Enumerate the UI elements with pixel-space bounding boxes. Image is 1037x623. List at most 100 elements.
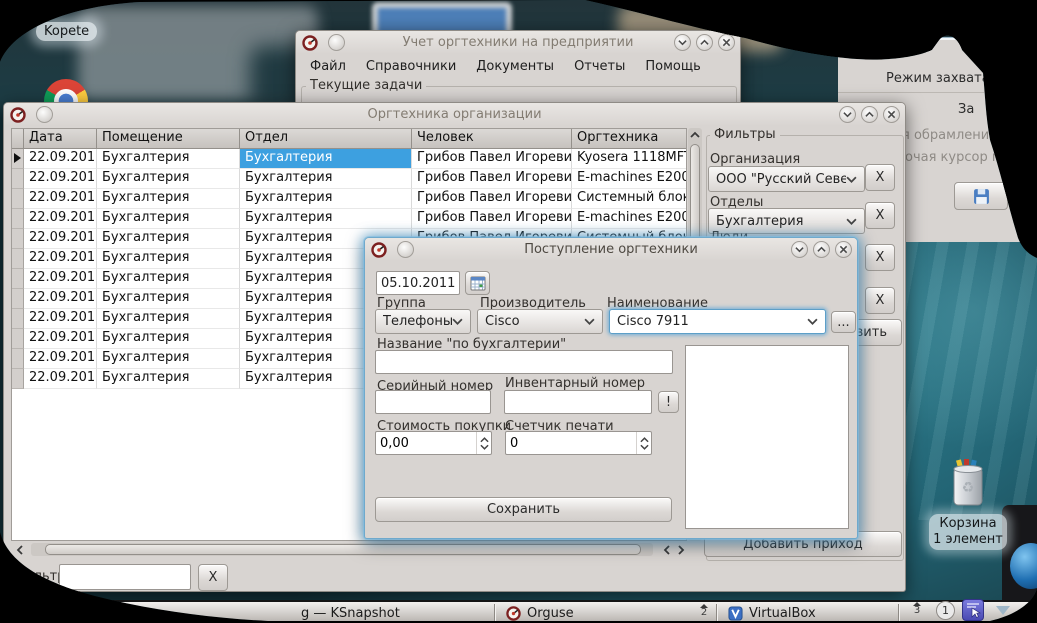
print-counter-value[interactable] [506, 432, 636, 454]
row-selector[interactable] [12, 289, 24, 309]
taskbar-item-orguse[interactable]: Orguse [498, 603, 694, 623]
column-header[interactable] [12, 129, 24, 148]
minimize-button[interactable] [839, 106, 856, 123]
close-button[interactable] [883, 106, 900, 123]
maximize-button[interactable] [813, 241, 830, 258]
row-selector[interactable] [12, 229, 24, 249]
serial-input[interactable] [375, 390, 491, 414]
accounting-name-input[interactable] [375, 350, 673, 374]
trash-label[interactable]: Корзина 1 элемент [929, 514, 1007, 550]
row-selector[interactable] [12, 169, 24, 189]
cell-date[interactable]: 22.09.2011 [24, 229, 97, 249]
titlebar[interactable]: Оргтехника организации [4, 103, 905, 126]
row-selector[interactable] [12, 149, 24, 169]
save-as-button[interactable] [954, 182, 1008, 210]
calendar-button[interactable] [465, 271, 490, 295]
column-header[interactable]: Помещение [97, 129, 240, 148]
column-header[interactable]: Дата [24, 129, 97, 148]
row-selector[interactable] [12, 329, 24, 349]
desktop-pager[interactable]: 1 [936, 601, 955, 620]
maximize-button[interactable] [861, 106, 878, 123]
menu-item[interactable]: Файл [300, 57, 356, 76]
cell-date[interactable]: 22.09.2011 [24, 249, 97, 269]
tray-input-icon[interactable] [962, 599, 984, 621]
column-header[interactable]: Человек [412, 129, 572, 148]
cell-room[interactable]: Бухгалтерия [97, 309, 240, 329]
titlebar[interactable]: Учет оргтехники на предприятии [296, 31, 740, 54]
cell-room[interactable]: Бухгалтерия [97, 189, 240, 209]
cell-dept[interactable]: Бухгалтерия [240, 149, 412, 169]
taskbar-item-virtualbox[interactable]: VirtualBox [720, 603, 892, 623]
horizontal-scrollbar-handle[interactable] [45, 544, 641, 555]
purchase-cost-spinbox[interactable] [375, 431, 492, 455]
name-combobox[interactable]: Cisco 7911 [609, 309, 826, 334]
column-header[interactable]: Отдел [240, 129, 412, 148]
departments-clear-button[interactable]: X [865, 202, 895, 229]
row-selector[interactable] [12, 189, 24, 209]
cell-room[interactable]: Бухгалтерия [97, 269, 240, 289]
window-menu-button[interactable] [397, 241, 414, 258]
maximize-button[interactable] [696, 34, 713, 51]
cell-person[interactable]: Грибов Павел Игоревич [412, 169, 572, 189]
cell-person[interactable]: Грибов Павел Игоревич [412, 149, 572, 169]
cell-date[interactable]: 22.09.2011 [24, 209, 97, 229]
cell-room[interactable]: Бухгалтерия [97, 229, 240, 249]
cell-date[interactable]: 22.09.2011 [24, 189, 97, 209]
row-selector[interactable] [12, 249, 24, 269]
row-selector[interactable] [12, 309, 24, 329]
cell-date[interactable]: 22.09.2011 [24, 369, 97, 389]
cell-date[interactable]: 22.09.2011 [24, 349, 97, 369]
cell-equipment[interactable]: Системный блок [572, 189, 686, 209]
column-header[interactable]: Оргтехника [572, 129, 686, 148]
cell-room[interactable]: Бухгалтерия [97, 209, 240, 229]
date-input[interactable] [376, 271, 460, 295]
desktop-icon-trash[interactable]: ♻ Корзина 1 элемент [925, 458, 1011, 550]
cell-dept[interactable]: Бухгалтерия [240, 169, 412, 189]
cell-room[interactable]: Бухгалтерия [97, 169, 240, 189]
menu-item[interactable]: Справочники [356, 57, 466, 76]
cell-date[interactable]: 22.09.2011 [24, 149, 97, 169]
filter-input[interactable] [59, 564, 191, 590]
titlebar[interactable]: Поступление оргтехники [365, 238, 857, 261]
cell-person[interactable]: Грибов Павел Игоревич [412, 189, 572, 209]
row-selector[interactable] [12, 369, 24, 389]
cell-room[interactable]: Бухгалтерия [97, 369, 240, 389]
spin-arrows[interactable] [476, 432, 491, 454]
cell-date[interactable]: 22.09.2011 [24, 169, 97, 189]
cell-equipment[interactable]: Kyosera 1118MFT [572, 149, 686, 169]
items-listbox[interactable] [685, 345, 849, 529]
desktop-icon-kopete[interactable]: Kopete [36, 22, 97, 41]
row-selector[interactable] [12, 269, 24, 289]
cell-equipment[interactable]: E-machines E200H [572, 209, 686, 229]
alert-button[interactable]: ! [658, 391, 679, 413]
cell-room[interactable]: Бухгалтерия [97, 289, 240, 309]
cell-room[interactable]: Бухгалтерия [97, 329, 240, 349]
row-selector[interactable] [12, 209, 24, 229]
spin-arrows[interactable] [636, 432, 651, 454]
minimize-button[interactable] [791, 241, 808, 258]
cell-date[interactable]: 22.09.2011 [24, 269, 97, 289]
print-counter-spinbox[interactable] [505, 431, 652, 455]
more-button[interactable]: ... [831, 311, 856, 333]
cell-dept[interactable]: Бухгалтерия [240, 209, 412, 229]
cell-dept[interactable]: Бухгалтерия [240, 189, 412, 209]
menu-item[interactable]: Помощь [635, 57, 710, 76]
cell-date[interactable]: 22.09.2011 [24, 309, 97, 329]
taskbar-item-ksnapshot[interactable]: g — KSnapshot [245, 603, 491, 623]
tray-expand-badge[interactable]: 3 [913, 602, 921, 615]
table-header[interactable]: ДатаПомещениеОтделЧеловекОргтехника [12, 129, 686, 149]
cell-room[interactable]: Бухгалтерия [97, 349, 240, 369]
cell-room[interactable]: Бухгалтерия [97, 149, 240, 169]
cell-person[interactable]: Грибов Павел Игоревич [412, 209, 572, 229]
filter-clear-button[interactable]: X [198, 564, 228, 591]
close-button[interactable] [835, 241, 852, 258]
window-menu-button[interactable] [36, 106, 53, 123]
window-count-badge[interactable]: 2 [700, 604, 708, 617]
manufacturer-combobox[interactable]: Cisco [477, 309, 603, 334]
cell-date[interactable]: 22.09.2011 [24, 329, 97, 349]
people-clear-button[interactable]: X [865, 244, 895, 271]
row-selector[interactable] [12, 349, 24, 369]
equipment-clear-button[interactable]: X [865, 287, 895, 314]
minimize-button[interactable] [674, 34, 691, 51]
tray-arrow-icon[interactable] [996, 606, 1010, 615]
